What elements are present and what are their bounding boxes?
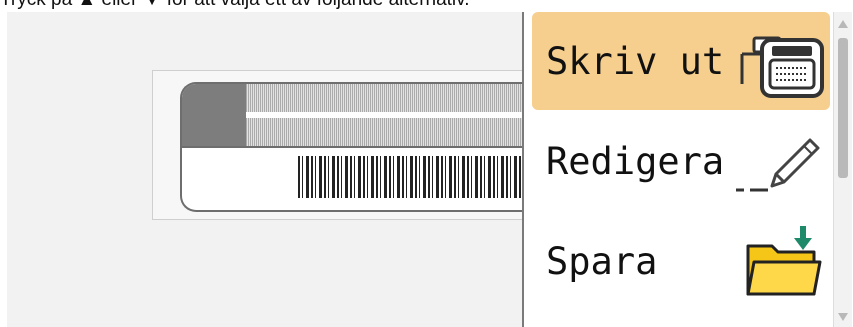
action-menu: Skriv ut Redigera Spara: [522, 12, 834, 327]
menu-item-print[interactable]: Skriv ut: [532, 12, 830, 110]
tape-left-block: [182, 84, 246, 146]
tape-divider: [182, 146, 552, 148]
menu-item-label: Skriv ut: [546, 39, 725, 83]
folder-save-icon: [746, 226, 822, 296]
menu-item-label: Redigera: [546, 139, 725, 183]
scroll-thumb[interactable]: [838, 38, 848, 178]
scroll-down-arrow-icon[interactable]: [838, 313, 848, 321]
menu-item-label: Spara: [546, 239, 658, 283]
text-line-2-placeholder: [246, 118, 552, 146]
scroll-up-arrow-icon[interactable]: [838, 20, 848, 28]
printer-icon: [740, 36, 824, 98]
pencil-icon: [736, 138, 820, 192]
label-tape-preview: [180, 82, 552, 212]
menu-scrollbar[interactable]: [833, 12, 852, 327]
instruction-text: Tryck på ▲ eller ▼ för att välja ett av …: [0, 0, 560, 12]
barcode-preview: [298, 156, 538, 198]
text-line-1-placeholder: [246, 84, 552, 112]
menu-item-save[interactable]: Spara: [532, 212, 830, 310]
menu-item-edit[interactable]: Redigera: [532, 112, 830, 210]
